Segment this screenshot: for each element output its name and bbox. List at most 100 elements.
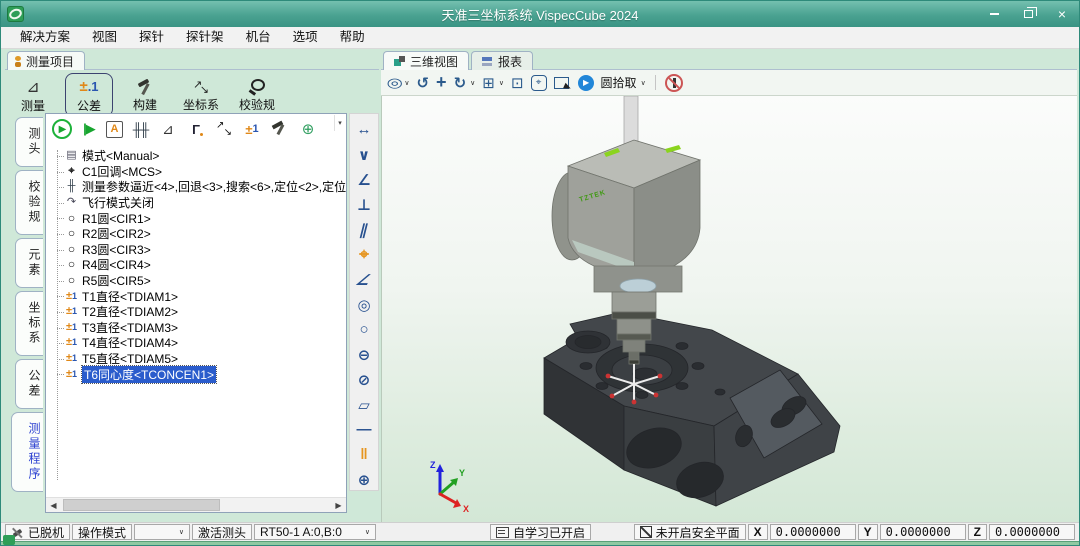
axis-y-label: Y xyxy=(459,468,465,478)
maximize-button[interactable] xyxy=(1019,5,1037,23)
menu-item[interactable]: 选项 xyxy=(282,27,329,48)
tolerance-tool-icon[interactable] xyxy=(350,442,378,467)
play-icon[interactable] xyxy=(578,75,594,91)
side-tab[interactable]: 测量程序 xyxy=(11,412,43,492)
close-button[interactable]: × xyxy=(1053,5,1071,23)
run-toolbar-button[interactable] xyxy=(52,119,72,139)
tree-item-icon xyxy=(64,306,79,317)
tolerance-tool-icon[interactable] xyxy=(350,142,378,167)
ribbon-gauge-button[interactable]: 校验规 xyxy=(233,73,281,117)
op-mode-label: 操作模式 xyxy=(72,524,132,540)
chevron-down-icon[interactable]: ∨ xyxy=(641,79,646,87)
axis-triad-icon: Z Y X xyxy=(430,460,469,514)
tree-item-icon xyxy=(64,212,79,225)
view-tabs: 三维视图 报表 xyxy=(381,51,1077,70)
tolerance-tool-icon[interactable] xyxy=(350,417,378,442)
rotate-3d-icon[interactable] xyxy=(454,74,467,92)
tolerance-tool-icon[interactable] xyxy=(350,192,378,217)
tree-item[interactable]: T4直径<TDIAM4> xyxy=(46,335,346,351)
tree-item[interactable]: R2圆<CIR2> xyxy=(46,226,346,242)
ribbon-measure-button[interactable]: 测量 xyxy=(9,73,57,117)
tolerance-tool-icon[interactable] xyxy=(350,167,378,192)
run-toolbar-button[interactable] xyxy=(129,118,151,140)
run-toolbar-button[interactable] xyxy=(269,118,291,140)
tree-item[interactable]: T1直径<TDIAM1> xyxy=(46,288,346,304)
pan-icon[interactable] xyxy=(436,72,447,93)
chevron-down-icon[interactable]: ∨ xyxy=(470,79,475,87)
tolerance-icon-pm: ± xyxy=(79,78,87,95)
scroll-left-icon[interactable]: ◀ xyxy=(46,498,61,512)
rect-select-icon[interactable] xyxy=(554,76,571,90)
scrollbar-thumb[interactable] xyxy=(63,499,220,511)
tree-item[interactable]: R4圆<CIR4> xyxy=(46,257,346,273)
run-toolbar-button[interactable] xyxy=(106,121,123,138)
tree-item[interactable]: T2直径<TDIAM2> xyxy=(46,304,346,320)
run-toolbar-button[interactable] xyxy=(241,118,263,140)
side-tab[interactable]: 元素 xyxy=(15,238,43,288)
tree-item[interactable]: 测量参数逼近<4>,回退<3>,搜索<6>,定位<2>,定位加<2>,测 xyxy=(46,179,346,195)
ribbon-coordsys-button[interactable]: 坐标系 xyxy=(177,73,225,117)
zoom-fit-icon[interactable] xyxy=(511,74,524,92)
tolerance-tool-icon[interactable] xyxy=(350,342,378,367)
op-mode-dropdown[interactable]: ∨ xyxy=(134,524,190,540)
scrollbar-track[interactable] xyxy=(61,498,331,512)
ribbon-tolerance-button[interactable]: ± .1 公差 xyxy=(65,73,113,117)
tree-item[interactable]: R5圆<CIR5> xyxy=(46,273,346,289)
menu-item[interactable]: 帮助 xyxy=(329,27,376,48)
tolerance-tool-icon[interactable] xyxy=(350,242,378,267)
ribbon-construct-button[interactable]: 构建 xyxy=(121,73,169,117)
side-tab[interactable]: 校验规 xyxy=(15,170,43,235)
tree-item[interactable]: R1圆<CIR1> xyxy=(46,210,346,226)
run-toolbar-button[interactable] xyxy=(78,118,100,140)
tree-item[interactable]: T3直径<TDIAM3> xyxy=(46,320,346,336)
menu-item[interactable]: 解决方案 xyxy=(9,27,81,48)
view-visibility-icon[interactable] xyxy=(389,75,400,91)
tolerance-tool-icon[interactable] xyxy=(350,317,378,342)
run-toolbar-button[interactable] xyxy=(157,118,179,140)
tree-horizontal-scrollbar[interactable]: ◀ ▶ xyxy=(46,497,346,512)
orbit-rotate-icon[interactable] xyxy=(416,74,429,92)
tab-report[interactable]: 报表 xyxy=(471,51,533,70)
3d-viewport[interactable]: TZTEK xyxy=(381,96,1077,522)
side-tab[interactable]: 公差 xyxy=(15,359,43,409)
run-toolbar-button[interactable] xyxy=(213,118,235,140)
left-panel-tabstrip: 测量项目 xyxy=(5,51,379,70)
probe-disabled-icon[interactable] xyxy=(665,74,683,92)
locate-pin-icon[interactable] xyxy=(531,75,547,91)
run-toolbar-button[interactable] xyxy=(297,118,319,140)
scroll-right-icon[interactable]: ▶ xyxy=(331,498,346,512)
side-tab[interactable]: 测头 xyxy=(15,117,43,167)
tolerance-tool-icon[interactable] xyxy=(350,267,378,292)
tolerance-tool-icon[interactable] xyxy=(350,217,378,242)
menu-item[interactable]: 探针 xyxy=(128,27,175,48)
tab-3d-view[interactable]: 三维视图 xyxy=(383,51,469,70)
tree-item[interactable]: R3圆<CIR3> xyxy=(46,242,346,258)
tree-item[interactable]: 飞行模式关闭 xyxy=(46,195,346,211)
tree-item-label: R3圆<CIR3> xyxy=(82,241,151,258)
side-tab[interactable]: 坐标系 xyxy=(15,291,43,356)
view-cube-icon[interactable] xyxy=(482,74,495,92)
menu-item[interactable]: 探针架 xyxy=(175,27,235,48)
tolerance-tool-icon[interactable] xyxy=(350,467,378,492)
coord-axis-label: Z xyxy=(968,524,987,540)
tree-item[interactable]: C1回调<MCS> xyxy=(46,164,346,180)
tolerance-tool-icon[interactable] xyxy=(350,117,378,142)
menu-item[interactable]: 机台 xyxy=(235,27,282,48)
chevron-down-icon[interactable]: ∨ xyxy=(499,79,504,87)
chevron-down-icon[interactable]: ∨ xyxy=(404,79,409,87)
run-toolbar-button[interactable] xyxy=(185,118,207,140)
tree-item[interactable]: T5直径<TDIAM5> xyxy=(46,351,346,367)
tree-item[interactable]: T6同心度<TCONCEN1> xyxy=(46,366,346,382)
gauge-icon xyxy=(248,78,266,96)
tab-measure-project[interactable]: 测量项目 xyxy=(7,51,85,70)
minimize-button[interactable] xyxy=(985,5,1003,23)
tree-item[interactable]: 模式<Manual> xyxy=(46,148,346,164)
toolbar-overflow-button[interactable]: ▾ xyxy=(334,115,345,131)
menu-item[interactable]: 视图 xyxy=(81,27,128,48)
circle-pick-button[interactable]: 圆拾取 xyxy=(601,74,637,91)
tolerance-tool-icon[interactable] xyxy=(350,292,378,317)
tolerance-tool-icon[interactable] xyxy=(350,367,378,392)
tree-item-icon xyxy=(64,369,79,380)
tolerance-tool-icon[interactable] xyxy=(350,392,378,417)
active-probe-dropdown[interactable]: RT50-1 A:0,B:0 ∨ xyxy=(254,524,376,540)
